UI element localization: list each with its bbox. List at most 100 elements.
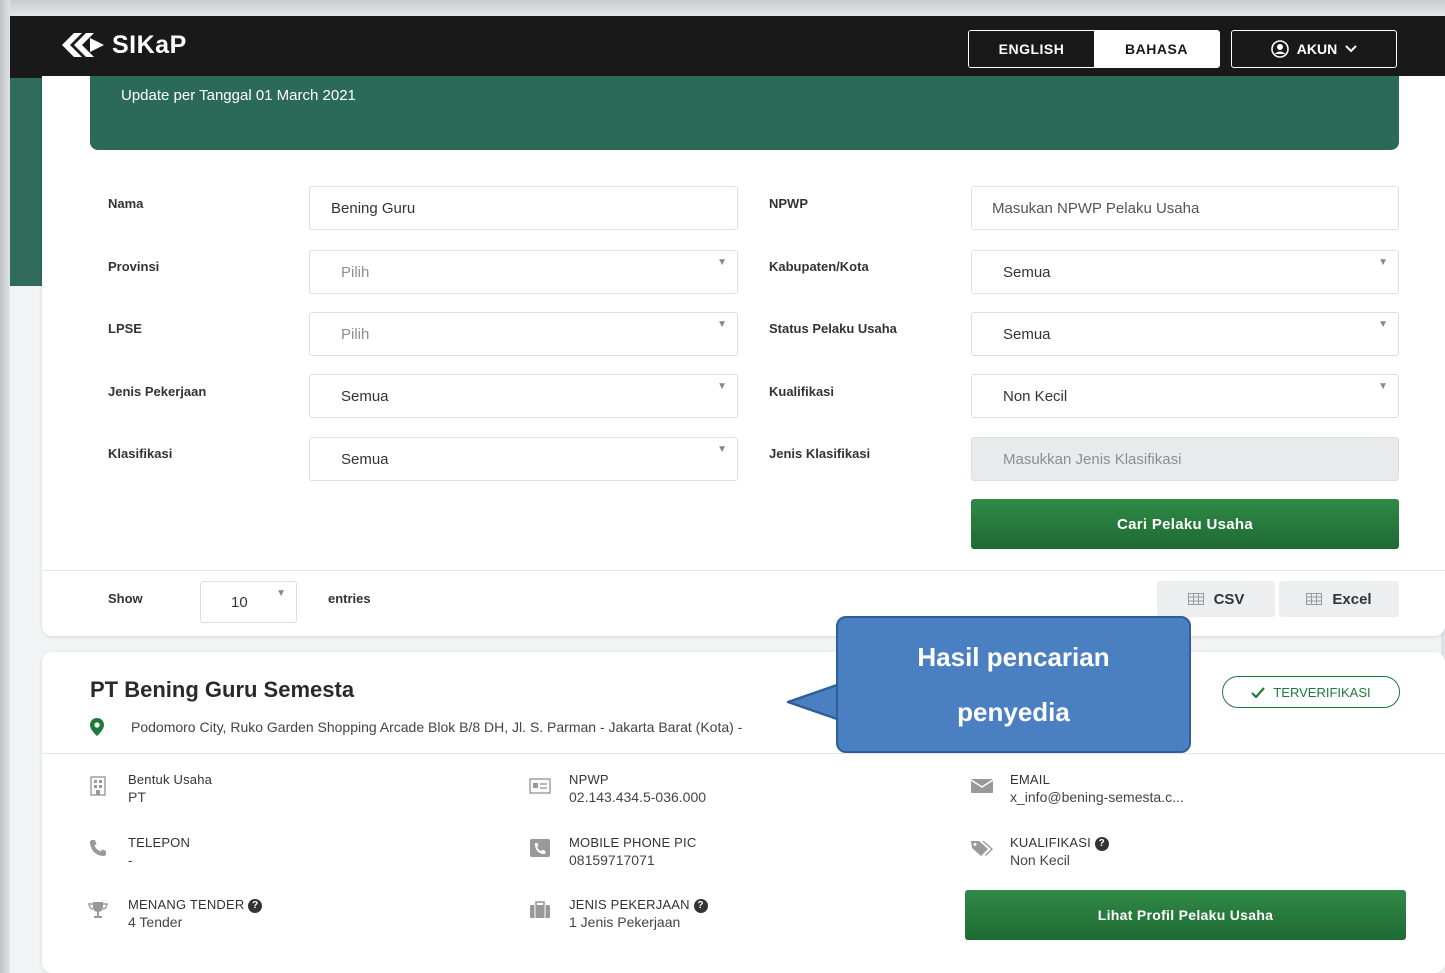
caret-down-icon: ▼ [717, 319, 727, 330]
update-banner: Update per Tanggal 01 March 2021 [90, 76, 1399, 150]
divider [42, 570, 1445, 571]
help-icon[interactable]: ? [1094, 837, 1109, 851]
tags-icon [970, 836, 994, 860]
jenis-klasifikasi-label: Jenis Klasifikasi [769, 446, 871, 461]
telepon-value: - [128, 852, 133, 868]
caret-down-icon: ▼ [1378, 319, 1388, 330]
lpse-select-value: Pilih [341, 325, 370, 343]
email-title: EMAIL [1010, 772, 1051, 787]
klasifikasi-select[interactable]: Semua ▼ [309, 437, 738, 481]
company-name[interactable]: PT Bening Guru Semesta [90, 677, 354, 703]
menang-tender-value: 4 Tender [128, 914, 183, 930]
top-navbar: SIKaP ENGLISH BAHASA AKUN [10, 16, 1445, 78]
help-icon[interactable]: ? [248, 899, 263, 913]
status-label: Status Pelaku Usaha [769, 321, 897, 336]
provinsi-select[interactable]: Pilih ▼ [309, 250, 738, 294]
view-profile-button[interactable]: Lihat Profil Pelaku Usaha [965, 890, 1406, 940]
excel-button[interactable]: Excel [1279, 581, 1399, 617]
jenis-klasifikasi-placeholder: Masukkan Jenis Klasifikasi [1003, 450, 1182, 468]
klasifikasi-select-value: Semua [341, 450, 389, 468]
kabupaten-select[interactable]: Semua ▼ [971, 250, 1399, 294]
kualifikasi-label: Kualifikasi [769, 384, 835, 399]
search-button[interactable]: Cari Pelaku Usaha [971, 499, 1399, 549]
callout-annotation: Hasil pencarian penyedia [836, 616, 1191, 753]
provinsi-select-value: Pilih [341, 263, 370, 281]
id-card-icon [528, 774, 552, 798]
kabupaten-select-value: Semua [1003, 263, 1051, 281]
search-card: Update per Tanggal 01 March 2021 Nama Be… [42, 76, 1445, 636]
company-address: Podomoro City, Ruko Garden Shopping Arca… [131, 719, 743, 735]
divider [42, 753, 1445, 754]
kualifikasi-select-value: Non Kecil [1003, 387, 1068, 405]
csv-label: CSV [1213, 590, 1245, 608]
caret-down-icon: ▼ [276, 588, 286, 599]
csv-button[interactable]: CSV [1157, 581, 1275, 617]
npwp-value: 02.143.434.5-036.000 [569, 789, 707, 805]
jenis-pekerjaan-select[interactable]: Semua ▼ [309, 374, 738, 418]
menang-tender-label: MENANG TENDER [128, 897, 245, 912]
verified-badge: TERVERIFIKASI [1222, 676, 1400, 708]
nama-input-value: Bening Guru [331, 199, 416, 217]
callout-line-1: Hasil pencarian [917, 641, 1110, 672]
window-frame-top [0, 0, 1445, 16]
table-icon [1306, 593, 1323, 605]
map-pin-icon [90, 718, 104, 736]
nama-input[interactable]: Bening Guru [309, 186, 738, 230]
caret-down-icon: ▼ [717, 381, 727, 392]
excel-label: Excel [1332, 590, 1372, 608]
bahasa-button[interactable]: BAHASA [1094, 31, 1219, 67]
help-icon[interactable]: ? [693, 899, 708, 913]
user-circle-icon [1270, 40, 1289, 58]
caret-down-icon: ▼ [717, 444, 727, 455]
account-label: AKUN [1296, 41, 1338, 57]
building-icon [86, 774, 110, 798]
jenis-pekerjaan-select-value: Semua [341, 387, 389, 405]
email-value: x_info@bening-semesta.c... [1010, 789, 1184, 805]
mobile-phone-value: 08159717071 [569, 852, 655, 868]
phone-square-icon [528, 836, 552, 860]
jenis-pekerjaan-value: 1 Jenis Pekerjaan [569, 914, 681, 930]
logo[interactable]: SIKaP [60, 30, 187, 60]
lpse-select[interactable]: Pilih ▼ [309, 312, 738, 356]
bentuk-usaha-title: Bentuk Usaha [128, 772, 213, 787]
kabupaten-label: Kabupaten/Kota [769, 259, 869, 274]
jenis-klasifikasi-input[interactable]: Masukkan Jenis Klasifikasi [971, 437, 1399, 481]
result-card: PT Bening Guru Semesta Podomoro City, Ru… [42, 652, 1445, 973]
envelope-icon [970, 774, 994, 798]
menang-tender-title: MENANG TENDER ? [128, 897, 263, 913]
kualifikasi-select[interactable]: Non Kecil ▼ [971, 374, 1399, 418]
jenis-pekerjaan-title: JENIS PEKERJAAN ? [569, 897, 708, 913]
briefcase-icon [528, 898, 552, 922]
sikap-logo-icon [62, 33, 104, 57]
status-select-value: Semua [1003, 325, 1051, 343]
kualifikasi-title: KUALIFIKASI ? [1010, 835, 1109, 851]
nama-label: Nama [108, 196, 144, 211]
jenis-pekerjaan-label: Jenis Pekerjaan [108, 384, 207, 399]
npwp-title: NPWP [569, 772, 609, 787]
english-button[interactable]: ENGLISH [969, 31, 1094, 67]
language-switcher: ENGLISH BAHASA [968, 30, 1220, 68]
status-select[interactable]: Semua ▼ [971, 312, 1399, 356]
caret-down-icon: ▼ [1378, 381, 1388, 392]
kualifikasi-value: Non Kecil [1010, 852, 1070, 868]
chevron-down-icon [1345, 45, 1357, 53]
lpse-label: LPSE [108, 321, 142, 336]
telepon-title: TELEPON [128, 835, 191, 850]
app-window: SIKaP ENGLISH BAHASA AKUN Update per Tan… [10, 16, 1445, 973]
check-icon [1251, 686, 1266, 698]
table-icon [1187, 593, 1204, 605]
window-frame-left [0, 0, 10, 973]
entries-select[interactable]: 10 ▼ [200, 581, 297, 623]
account-button[interactable]: AKUN [1231, 30, 1397, 68]
npwp-input[interactable]: Masukan NPWP Pelaku Usaha [971, 186, 1399, 230]
show-label: Show [108, 591, 143, 606]
phone-icon [86, 836, 110, 860]
npwp-label: NPWP [769, 196, 808, 211]
caret-down-icon: ▼ [717, 257, 727, 268]
kualifikasi-title-label: KUALIFIKASI [1010, 835, 1091, 850]
callout-line-2: penyedia [957, 696, 1070, 727]
provinsi-label: Provinsi [108, 259, 160, 274]
klasifikasi-label: Klasifikasi [108, 446, 173, 461]
entries-label: entries [328, 591, 371, 606]
jenis-pekerjaan-title-label: JENIS PEKERJAAN [569, 897, 690, 912]
